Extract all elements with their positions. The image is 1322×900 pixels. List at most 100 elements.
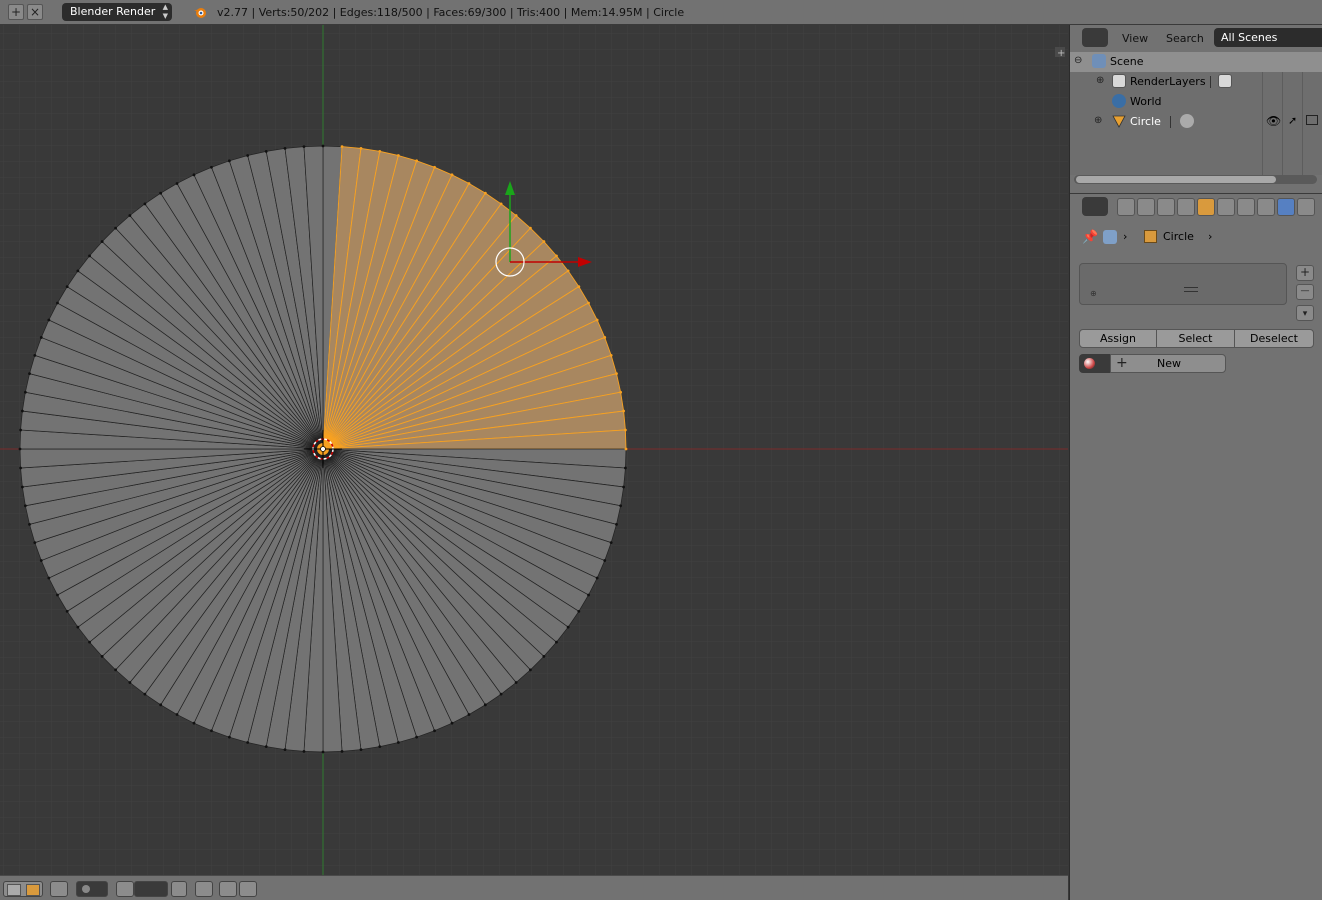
close-icon[interactable]: × xyxy=(27,4,43,20)
collapse-icon[interactable]: ⊖ xyxy=(1074,55,1082,66)
mesh-vertex[interactable] xyxy=(283,146,287,150)
expand-icon[interactable]: ⊕ xyxy=(1096,75,1104,86)
mesh-vertex[interactable] xyxy=(396,741,400,744)
mesh-vertex[interactable] xyxy=(88,640,91,644)
remove-slot-button[interactable]: — xyxy=(1296,284,1314,300)
mesh-cube-icon[interactable] xyxy=(7,884,21,896)
scenes-filter-select[interactable]: All Scenes xyxy=(1214,28,1322,47)
mesh-vertex[interactable] xyxy=(378,149,382,153)
outliner-menu-search[interactable]: Search xyxy=(1166,32,1204,45)
mesh-vertex[interactable] xyxy=(210,729,213,733)
mesh-vertex[interactable] xyxy=(227,735,231,739)
mesh-vertex[interactable] xyxy=(28,372,31,376)
mesh-vertex[interactable] xyxy=(39,559,43,562)
mesh-vertex[interactable] xyxy=(624,466,627,470)
pivot-select[interactable] xyxy=(76,881,108,897)
mesh-vertex[interactable] xyxy=(47,576,51,580)
mesh-data-icon[interactable] xyxy=(1180,114,1194,128)
mesh-vertex[interactable] xyxy=(450,173,454,177)
mesh-vertex[interactable] xyxy=(587,593,590,597)
mesh-vertex[interactable] xyxy=(340,145,344,148)
editor-type-icon[interactable] xyxy=(1082,28,1108,47)
mesh-vertex[interactable] xyxy=(114,668,117,672)
object-cube-icon[interactable] xyxy=(26,884,40,896)
cursor-select-icon[interactable]: ➚ xyxy=(1288,114,1297,127)
select-button[interactable]: Select xyxy=(1156,329,1235,348)
mesh-vertex[interactable] xyxy=(483,191,487,195)
mesh-vertex[interactable] xyxy=(246,154,250,157)
viewport-shading-icon[interactable] xyxy=(50,881,68,897)
data-tab-icon[interactable] xyxy=(1257,198,1275,216)
grid-icon[interactable] xyxy=(171,881,187,897)
mesh-vertex[interactable] xyxy=(18,447,22,451)
mesh-vertex[interactable] xyxy=(566,269,570,273)
mesh-vertex[interactable] xyxy=(128,681,132,684)
mesh-vertex[interactable] xyxy=(577,609,581,613)
viewport-canvas[interactable]: + xyxy=(0,25,1068,875)
layers-icon[interactable] xyxy=(195,881,213,897)
mesh-vertex[interactable] xyxy=(128,214,132,217)
mesh-vertex[interactable] xyxy=(321,144,325,148)
render-camera-icon[interactable] xyxy=(1306,115,1318,125)
outliner-menu-view[interactable]: View xyxy=(1122,32,1148,45)
viewport-corner-plus-icon[interactable]: + xyxy=(1055,47,1065,59)
material-browse-button[interactable] xyxy=(1079,354,1110,373)
mesh-vertex[interactable] xyxy=(378,745,382,749)
scroll-thumb[interactable] xyxy=(1076,176,1276,183)
mesh-vertex[interactable] xyxy=(76,269,80,273)
mesh-vertex[interactable] xyxy=(159,191,163,195)
expand-icon[interactable]: ⊕ xyxy=(1094,115,1102,126)
mesh-vertex[interactable] xyxy=(39,336,43,339)
mesh-vertex[interactable] xyxy=(542,240,546,243)
renderlayer-child-icon[interactable] xyxy=(1218,74,1232,88)
mesh-vertex[interactable] xyxy=(33,541,37,545)
material-slot-list[interactable]: ⊕ xyxy=(1079,263,1287,305)
mesh-vertex[interactable] xyxy=(65,609,69,613)
mesh-vertex[interactable] xyxy=(542,655,546,658)
mesh-vertex[interactable] xyxy=(175,182,179,185)
mesh-vertex[interactable] xyxy=(609,541,613,545)
new-material-button[interactable]: + New xyxy=(1110,354,1226,373)
mesh-vertex[interactable] xyxy=(340,750,344,753)
mesh-vertex[interactable] xyxy=(415,735,419,739)
scene-tab-icon[interactable] xyxy=(1157,198,1175,216)
slot-menu-button[interactable]: ▾ xyxy=(1296,305,1314,321)
mesh-vertex[interactable] xyxy=(23,504,27,508)
mesh-vertex[interactable] xyxy=(529,668,532,672)
mesh-vertex[interactable] xyxy=(56,593,59,597)
texture-tab-icon[interactable] xyxy=(1297,198,1315,216)
mesh-vertex[interactable] xyxy=(19,466,22,470)
mesh-vertex[interactable] xyxy=(595,576,599,580)
mesh-vertex[interactable] xyxy=(609,353,613,357)
mesh-vertex[interactable] xyxy=(100,655,104,658)
mesh-vertex[interactable] xyxy=(20,409,24,413)
mesh-vertex[interactable] xyxy=(619,390,623,394)
mesh-vertex[interactable] xyxy=(433,165,436,169)
mesh-vertex[interactable] xyxy=(499,692,503,696)
mesh-vertex[interactable] xyxy=(283,748,287,752)
world-tab-icon[interactable] xyxy=(1177,198,1195,216)
mesh-vertex[interactable] xyxy=(577,285,581,289)
plus-icon[interactable]: + xyxy=(8,4,24,20)
resize-handle-icon[interactable] xyxy=(1184,287,1198,292)
mesh-vertex[interactable] xyxy=(624,428,627,432)
mesh-vertex[interactable] xyxy=(28,522,31,526)
render-tab-icon[interactable] xyxy=(1117,198,1135,216)
mesh-vertex[interactable] xyxy=(359,146,363,150)
mesh-vertex[interactable] xyxy=(499,202,503,206)
mesh-vertex[interactable] xyxy=(615,372,618,376)
mesh-vertex[interactable] xyxy=(514,681,518,684)
mesh-vertex[interactable] xyxy=(529,226,532,230)
object-tab-icon[interactable] xyxy=(1197,198,1215,216)
render-camera-icon[interactable] xyxy=(219,881,237,897)
mesh-vertex[interactable] xyxy=(33,353,37,357)
mesh-vertex[interactable] xyxy=(246,741,250,744)
mesh-vertex[interactable] xyxy=(210,165,213,169)
mesh-vertex[interactable] xyxy=(415,159,419,163)
add-slot-button[interactable]: + xyxy=(1296,265,1314,281)
view-mode-buttons[interactable] xyxy=(3,881,43,897)
modifiers-tab-icon[interactable] xyxy=(1237,198,1255,216)
constraints-tab-icon[interactable] xyxy=(1217,198,1235,216)
mesh-vertex[interactable] xyxy=(20,485,24,489)
mesh-vertex[interactable] xyxy=(555,640,558,644)
